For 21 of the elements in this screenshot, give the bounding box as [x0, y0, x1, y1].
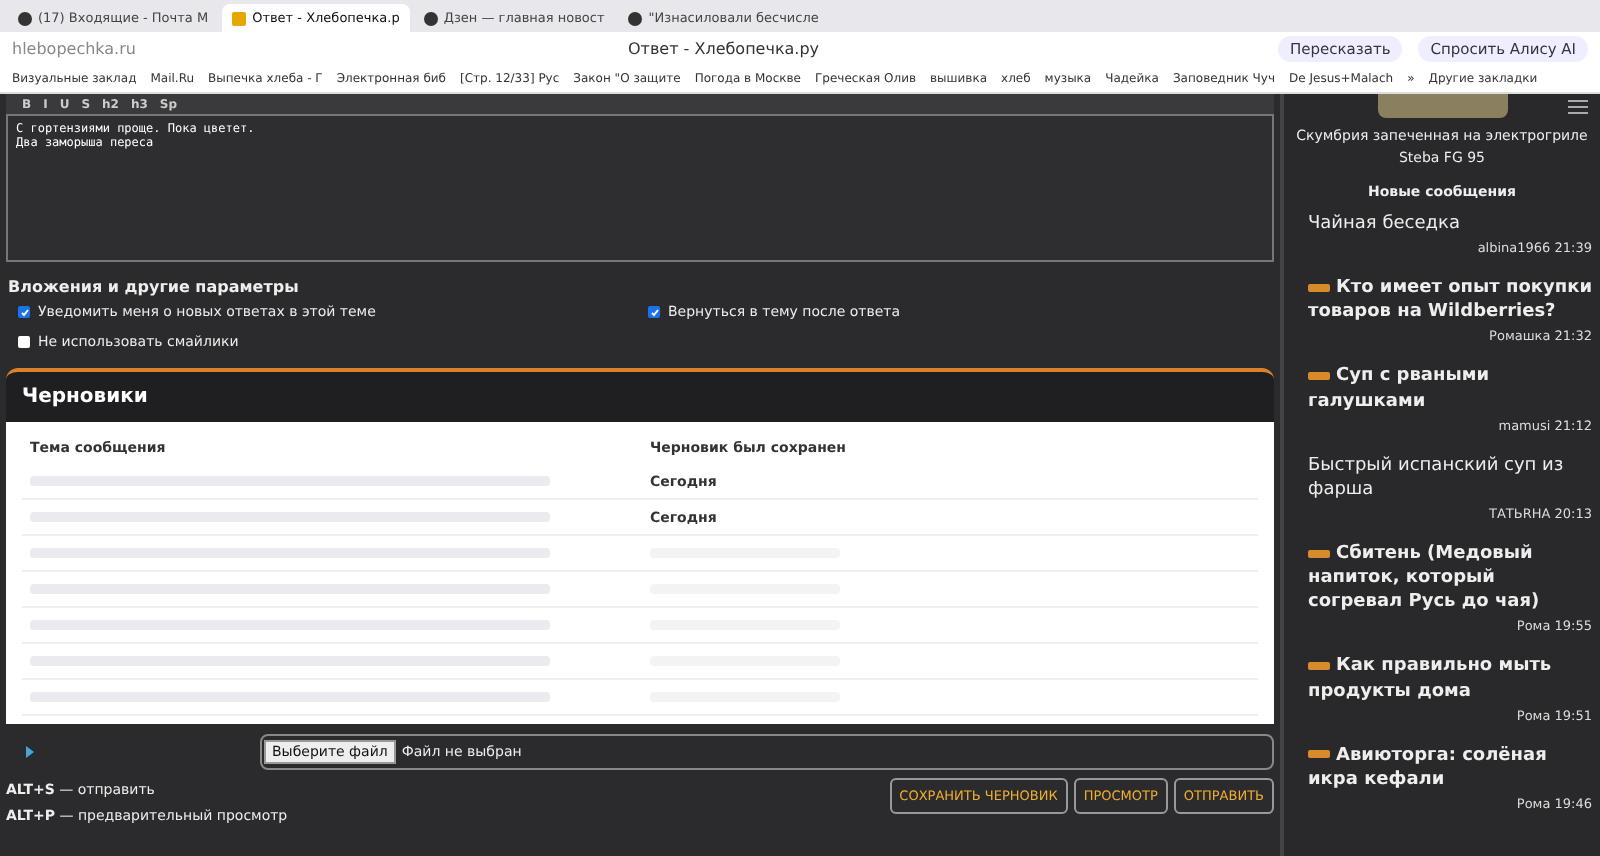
post-link[interactable]: Как правильно мыть продукты дома [1308, 654, 1592, 704]
checkbox[interactable] [18, 306, 30, 318]
post-link[interactable]: Суп с рваными галушками [1308, 364, 1592, 414]
expand-icon[interactable] [26, 746, 34, 758]
site-icon [423, 11, 438, 25]
post-link[interactable]: Быстрый испанский суп из фарша [1308, 453, 1592, 502]
post-link[interactable]: Сбитень (Медовый напиток, который согревал Русь до чая) [1308, 541, 1592, 615]
checkbox[interactable] [648, 306, 660, 318]
checkbox[interactable] [18, 336, 30, 348]
address-bar[interactable]: hlebopechka.ru [12, 40, 612, 58]
post-link[interactable]: Авиюторга: солёная икра кефали [1308, 743, 1592, 792]
panel-title: Черновики [20, 384, 150, 412]
photo-placeholder [1377, 94, 1507, 118]
site-icon [628, 11, 643, 25]
post-link[interactable]: Чайная беседка [1308, 212, 1592, 237]
site-icon [18, 11, 32, 25]
section-title: Вложения и другие параметры [8, 278, 301, 296]
post-link[interactable]: Кто имеет опыт покупки товаров на Wildberries? [1308, 276, 1592, 325]
menu-icon[interactable] [1568, 100, 1588, 114]
page-title: Ответ - Хлебопечка.ру [628, 40, 822, 58]
site-icon [232, 11, 247, 25]
